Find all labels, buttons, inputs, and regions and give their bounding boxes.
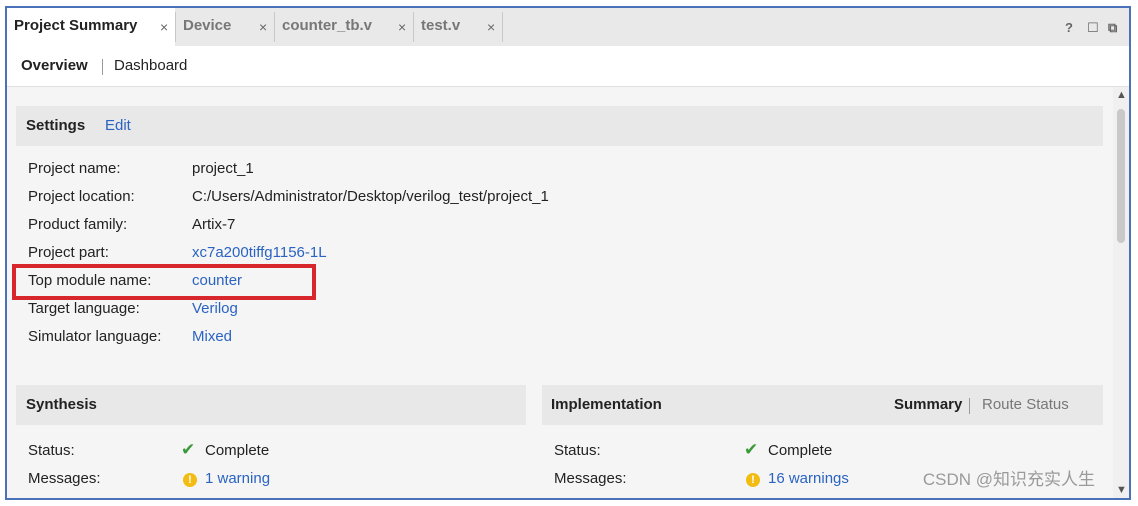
target-language-label: Target language: [28,300,140,317]
subtab-overview[interactable]: Overview [21,57,88,74]
tab-label: Project Summary [14,17,138,34]
tab-divider [502,12,503,42]
synthesis-header: Synthesis [16,385,526,425]
maximize-icon[interactable]: ☐ [1087,20,1099,36]
project-part-link[interactable]: xc7a200tiffg1156-1L [192,244,327,261]
simulator-language-label: Simulator language: [28,328,162,345]
tab-label: test.v [421,17,461,34]
product-family-value: Artix-7 [192,216,236,233]
target-language-link[interactable]: Verilog [192,300,238,317]
subtab-dashboard[interactable]: Dashboard [114,57,187,74]
implementation-status-label: Status: [554,442,601,459]
tab-label: counter_tb.v [282,17,373,34]
scroll-up-icon[interactable]: ▲ [1116,89,1127,101]
implementation-summary-link[interactable]: Summary [894,396,962,413]
implementation-status-value: Complete [768,442,833,459]
subtab-divider [102,59,103,75]
implementation-warnings-link[interactable]: 16 warnings [768,470,849,487]
synthesis-status-label: Status: [28,442,75,459]
simulator-language-link[interactable]: Mixed [192,328,232,345]
implementation-header: Implementation Summary Route Status [542,385,1103,425]
implementation-messages-label: Messages: [554,470,627,487]
project-summary-window: Project Summary × Device × counter_tb.v … [5,6,1131,500]
project-location-label: Project location: [28,188,135,205]
settings-header: Settings Edit [16,106,1103,146]
project-part-label: Project part: [28,244,109,261]
close-icon[interactable]: × [259,19,267,35]
synthesis-warnings-link[interactable]: 1 warning [205,470,270,487]
close-icon[interactable]: × [487,19,495,35]
synthesis-status-value: Complete [205,442,270,459]
route-status-link[interactable]: Route Status [982,396,1069,413]
scroll-down-icon[interactable]: ▼ [1116,484,1127,496]
help-icon[interactable]: ? [1065,20,1073,35]
watermark-text: CSDN @知识充实人生 [922,470,1095,489]
close-icon[interactable]: × [398,19,406,35]
tab-label: Device [183,17,232,34]
top-module-name-label: Top module name: [28,272,152,289]
tab-bar: Project Summary × Device × counter_tb.v … [7,8,1129,46]
settings-title: Settings [26,117,86,134]
synthesis-title: Synthesis [26,396,97,413]
tab-test-v[interactable]: test.v × [414,8,502,46]
product-family-label: Product family: [28,216,128,233]
project-location-value: C:/Users/Administrator/Desktop/verilog_t… [192,188,549,205]
close-icon[interactable]: × [160,19,168,35]
synthesis-messages-label: Messages: [28,470,101,487]
implementation-link-divider [969,398,970,414]
scroll-thumb[interactable] [1117,109,1125,243]
settings-edit-link[interactable]: Edit [105,117,131,134]
warning-icon: ! [183,473,197,487]
summary-subtabs: Overview Dashboard [7,46,1129,87]
warning-icon: ! [746,473,760,487]
top-module-name-link[interactable]: counter [192,272,242,289]
float-window-icon[interactable]: ⧉ [1108,20,1117,36]
vertical-scrollbar[interactable]: ▲ ▼ [1113,87,1129,498]
check-icon: ✔ [181,440,196,459]
tab-counter-tb[interactable]: counter_tb.v × [275,8,413,46]
tab-project-summary[interactable]: Project Summary × [7,8,175,46]
tab-device[interactable]: Device × [176,8,274,46]
summary-content: Settings Edit Project name: project_1 Pr… [7,87,1113,498]
implementation-title: Implementation [551,396,662,413]
check-icon: ✔ [744,440,759,459]
project-name-label: Project name: [28,160,121,177]
project-name-value: project_1 [192,160,254,177]
